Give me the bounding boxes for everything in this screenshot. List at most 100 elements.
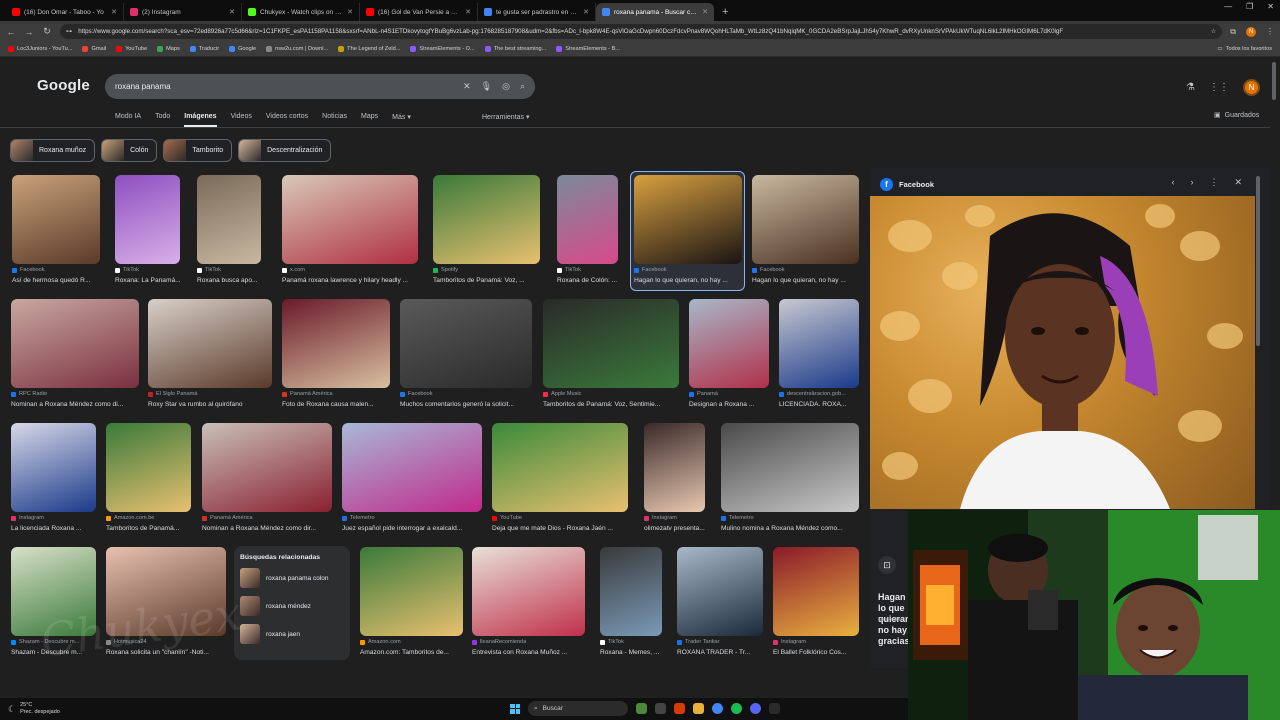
result-caption[interactable]: Nominan a Roxana Méndez como di...	[11, 401, 153, 408]
forward-icon[interactable]: →	[24, 27, 34, 37]
result-caption[interactable]: Roxy Star va rumbo al quirófano	[148, 401, 286, 408]
preview-image[interactable]	[870, 196, 1255, 509]
result-caption[interactable]: Entrevista con Roxana Muñoz ...	[472, 649, 599, 656]
extensions-icon[interactable]: ⧉	[1230, 27, 1236, 37]
search-tab[interactable]: Modo IA	[115, 113, 141, 127]
result-caption[interactable]: Hagan lo que quieran, no hay ...	[634, 277, 756, 284]
file-explorer-icon[interactable]	[693, 703, 704, 714]
filter-chip[interactable]: Roxana muñoz	[10, 139, 96, 162]
result-source[interactable]: lleanaRecomienda	[472, 639, 526, 645]
result-source[interactable]: Panamá América	[202, 515, 253, 521]
site-info-icon[interactable]: ⊶	[66, 28, 72, 35]
taskbar-search[interactable]: ⌕ Buscar	[528, 701, 628, 716]
result-caption[interactable]: Tamboritos de Panamá...	[106, 525, 205, 532]
search-input[interactable]: roxana panama	[115, 82, 453, 91]
result-source[interactable]: Telemetro	[721, 515, 754, 521]
bookmark-item[interactable]: Traducir	[189, 46, 219, 52]
browser-tab[interactable]: (2) Instagram ✕	[124, 3, 242, 21]
bookmark-item[interactable]: nsw2u.com | Downl...	[266, 46, 328, 52]
result-caption[interactable]: Así de hermosa quedó R...	[12, 277, 114, 284]
result-caption[interactable]: Roxana busca apo...	[197, 277, 275, 284]
result-thumbnail[interactable]	[721, 423, 859, 512]
taskview-icon[interactable]	[655, 703, 666, 714]
result-thumbnail[interactable]	[12, 175, 100, 264]
close-preview-icon[interactable]: ✕	[1234, 177, 1242, 188]
browser-tab[interactable]: (16) Don Omar - Taboo - Yo ✕	[6, 3, 124, 21]
filter-chip[interactable]: Colón	[101, 139, 158, 162]
result-thumbnail[interactable]	[600, 547, 662, 636]
result-thumbnail[interactable]	[197, 175, 261, 264]
result-source[interactable]: Instagram	[773, 639, 806, 645]
bookmark-item[interactable]: Loc3Juniors - YouTu...	[8, 46, 72, 52]
tab-close-icon[interactable]: ✕	[702, 8, 708, 16]
chrome-icon[interactable]	[712, 703, 723, 714]
result-caption[interactable]: Amazon.com: Tamboritos de...	[360, 649, 477, 656]
result-source[interactable]: Facebook	[12, 267, 45, 273]
result-caption[interactable]: ROXANA TRADER - Tr...	[677, 649, 777, 656]
search-tab[interactable]: Maps	[361, 113, 378, 127]
result-thumbnail[interactable]	[11, 299, 139, 388]
result-source[interactable]: Instagram	[644, 515, 677, 521]
profile-avatar[interactable]: N	[1246, 26, 1256, 37]
result-thumbnail[interactable]	[400, 299, 532, 388]
result-caption[interactable]: La licenciada Roxana ...	[11, 525, 110, 532]
result-source[interactable]: Apple Music	[543, 391, 581, 397]
discord-icon[interactable]	[750, 703, 761, 714]
more-options-icon[interactable]: ⋮	[1209, 177, 1218, 188]
result-source[interactable]: El Siglo Panamá	[148, 391, 197, 397]
result-source[interactable]: Spotify	[433, 267, 458, 273]
result-caption[interactable]: Deja que me mate Dios - Roxana Jaén ...	[492, 525, 642, 532]
office-icon[interactable]	[674, 703, 685, 714]
weather-widget[interactable]: ☾ 25°C Prec. despejado	[0, 702, 60, 716]
result-thumbnail[interactable]	[148, 299, 272, 388]
result-caption[interactable]: Panamá roxana lawrence y hilary headly .…	[282, 277, 432, 284]
result-caption[interactable]: Roxana - Memes, ...	[600, 649, 676, 656]
result-caption[interactable]: Tamboritos de Panamá: Voz, ...	[433, 277, 554, 284]
search-tab[interactable]: Videos cortos	[266, 113, 308, 127]
result-source[interactable]: Facebook	[752, 267, 785, 273]
menu-kebab-icon[interactable]: ⋮	[1266, 27, 1274, 36]
filter-chip[interactable]: Descentralización	[238, 139, 332, 162]
reload-icon[interactable]: ↻	[42, 26, 52, 37]
google-logo[interactable]: Google	[37, 77, 90, 94]
all-bookmarks[interactable]: ▭ Todos los favoritos	[1217, 46, 1272, 52]
browser-tab[interactable]: (16) Gol de Van Persie a España✕	[360, 3, 478, 21]
search-tab[interactable]: Imágenes	[184, 113, 217, 127]
result-source[interactable]: descentralizacion.gob...	[779, 391, 846, 397]
filter-chip[interactable]: Tamborito	[163, 139, 233, 162]
search-tab[interactable]: Más ▾	[392, 113, 411, 127]
result-thumbnail[interactable]	[634, 175, 742, 264]
result-caption[interactable]: Hagan lo que quieran, no hay ...	[752, 277, 873, 284]
result-thumbnail[interactable]	[752, 175, 859, 264]
new-tab-button[interactable]: +	[714, 3, 736, 21]
result-caption[interactable]: Nominan a Roxana Méndez como dir...	[202, 525, 346, 532]
obs-icon[interactable]	[769, 703, 780, 714]
result-source[interactable]: RPC Radio	[11, 391, 47, 397]
result-source[interactable]: Instagram	[11, 515, 44, 521]
page-scrollbar[interactable]	[1272, 62, 1276, 100]
result-source[interactable]: TikTok	[557, 267, 581, 273]
bookmark-item[interactable]: Maps	[157, 46, 180, 52]
result-source[interactable]: Facebook	[400, 391, 433, 397]
tab-close-icon[interactable]: ✕	[111, 8, 117, 16]
tab-close-icon[interactable]: ✕	[465, 8, 471, 16]
minimize-icon[interactable]: —	[1224, 2, 1232, 11]
result-caption[interactable]: Designan a Roxana ...	[689, 401, 783, 408]
search-tab[interactable]: Videos	[231, 113, 252, 127]
result-caption[interactable]: Juez español pide interrogar a exalcald.…	[342, 525, 496, 532]
result-source[interactable]: Panamá	[689, 391, 718, 397]
browser-tab[interactable]: roxana panama - Buscar con Go ✕	[596, 3, 714, 21]
next-icon[interactable]: ›	[1190, 177, 1193, 188]
result-caption[interactable]: Muchos comentarios generó la solicit...	[400, 401, 546, 408]
related-search-item[interactable]: roxana panama colon	[240, 567, 344, 589]
result-thumbnail[interactable]	[689, 299, 769, 388]
result-caption[interactable]: Roxana: La Panamá...	[115, 277, 194, 284]
bookmark-item[interactable]: The best streaming...	[484, 46, 546, 52]
result-caption[interactable]: El Ballet Folklórico Cos...	[773, 649, 873, 656]
clear-icon[interactable]: ✕	[463, 81, 471, 92]
tab-close-icon[interactable]: ✕	[583, 8, 589, 16]
result-source[interactable]: Telemetro	[342, 515, 375, 521]
windows-start-icon[interactable]	[510, 703, 520, 714]
visual-search-icon[interactable]: ⊡	[878, 556, 896, 574]
preview-source[interactable]: f Facebook	[880, 178, 934, 191]
